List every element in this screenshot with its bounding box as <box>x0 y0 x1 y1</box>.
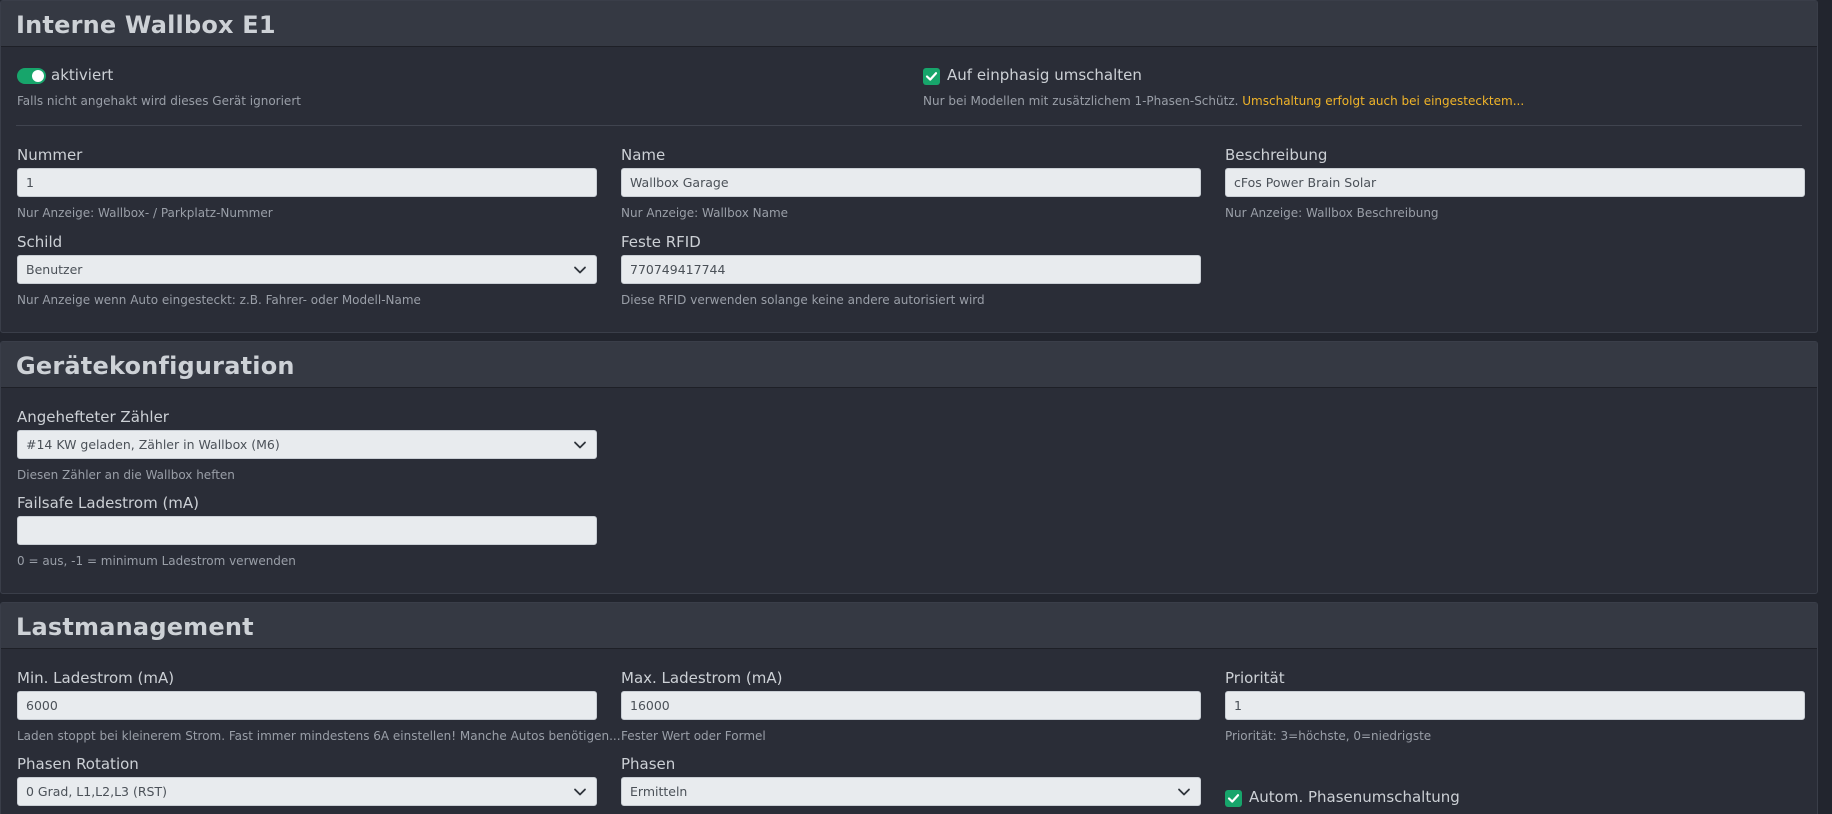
card-geraetekonfiguration: Gerätekonfiguration Angehefteter Zähler … <box>0 341 1818 594</box>
phase-rotation-label: Phasen Rotation <box>17 755 139 773</box>
phase-rotation-select[interactable]: 0 Grad, L1,L2,L3 (RST) <box>17 777 597 806</box>
chevron-down-icon <box>574 788 586 796</box>
name-hint: Nur Anzeige: Wallbox Name <box>621 206 789 220</box>
priority-hint: Priorität: 3=höchste, 0=niedrigste <box>1225 729 1432 743</box>
section-title: Gerätekonfiguration <box>16 352 295 380</box>
phases-select[interactable]: Ermitteln <box>621 777 1201 806</box>
card-lastmanagement: Lastmanagement Min. Ladestrom (mA) 6000 … <box>0 602 1818 814</box>
settings-page: Interne Wallbox E1 aktiviert Falls nicht… <box>0 0 1832 814</box>
single-phase-checkbox[interactable] <box>923 68 940 85</box>
beschreibung-input[interactable]: cFos Power Brain Solar <box>1225 168 1805 197</box>
failsafe-label: Failsafe Ladestrom (mA) <box>17 494 200 512</box>
max-current-label: Max. Ladestrom (mA) <box>621 669 783 687</box>
priority-label: Priorität <box>1225 669 1285 687</box>
beschreibung-hint: Nur Anzeige: Wallbox Beschreibung <box>1225 206 1439 220</box>
rfid-input[interactable]: 770749417744 <box>621 255 1201 284</box>
chevron-down-icon <box>1178 788 1190 796</box>
enabled-toggle[interactable] <box>17 68 46 84</box>
chevron-down-icon <box>574 441 586 449</box>
enabled-hint: Falls nicht angehakt wird dieses Gerät i… <box>17 94 301 108</box>
divider <box>16 125 1802 126</box>
schild-select-value: Benutzer <box>26 262 83 277</box>
name-label: Name <box>621 146 666 164</box>
nummer-label: Nummer <box>17 146 83 164</box>
failsafe-hint: 0 = aus, -1 = minimum Ladestrom verwende… <box>17 554 296 568</box>
phase-rotation-select-value: 0 Grad, L1,L2,L3 (RST) <box>26 784 167 799</box>
toggle-knob <box>32 70 44 82</box>
schild-select[interactable]: Benutzer <box>17 255 597 284</box>
card-interne-wallbox: Interne Wallbox E1 aktiviert Falls nicht… <box>0 0 1818 333</box>
rfid-hint: Diese RFID verwenden solange keine ander… <box>621 293 985 307</box>
check-icon <box>925 72 938 81</box>
priority-input[interactable]: 1 <box>1225 691 1805 720</box>
meter-select-value: #14 KW geladen, Zähler in Wallbox (M6) <box>26 437 280 452</box>
page-right-margin <box>1818 0 1832 814</box>
single-phase-warning: Umschaltung erfolgt auch bei eingesteckt… <box>1242 94 1525 108</box>
auto-phase-switch-checkbox[interactable] <box>1225 790 1242 807</box>
single-phase-hint-text: Nur bei Modellen mit zusätzlichem 1-Phas… <box>923 94 1239 108</box>
meter-hint: Diesen Zähler an die Wallbox heften <box>17 468 235 482</box>
single-phase-hint: Nur bei Modellen mit zusätzlichem 1-Phas… <box>923 94 1524 108</box>
min-current-input[interactable]: 6000 <box>17 691 597 720</box>
failsafe-input[interactable] <box>17 516 597 545</box>
max-current-hint: Fester Wert oder Formel <box>621 729 766 743</box>
section-title: Interne Wallbox E1 <box>16 11 276 39</box>
meter-select[interactable]: #14 KW geladen, Zähler in Wallbox (M6) <box>17 430 597 459</box>
nummer-input[interactable]: 1 <box>17 168 597 197</box>
enabled-label: aktiviert <box>51 66 114 84</box>
card-header: Gerätekonfiguration <box>1 342 1817 388</box>
schild-hint: Nur Anzeige wenn Auto eingesteckt: z.B. … <box>17 293 421 307</box>
nummer-hint: Nur Anzeige: Wallbox- / Parkplatz-Nummer <box>17 206 273 220</box>
phases-select-value: Ermitteln <box>630 784 688 799</box>
rfid-label: Feste RFID <box>621 233 701 251</box>
chevron-down-icon <box>574 266 586 274</box>
min-current-hint: Laden stoppt bei kleinerem Strom. Fast i… <box>17 729 621 743</box>
max-current-input[interactable]: 16000 <box>621 691 1201 720</box>
card-header: Lastmanagement <box>1 603 1817 649</box>
single-phase-label: Auf einphasig umschalten <box>947 66 1142 84</box>
section-title: Lastmanagement <box>16 613 254 641</box>
auto-phase-switch-label: Autom. Phasenumschaltung <box>1249 788 1460 806</box>
check-icon <box>1227 794 1240 803</box>
card-header: Interne Wallbox E1 <box>1 1 1817 47</box>
min-current-label: Min. Ladestrom (mA) <box>17 669 175 687</box>
schild-label: Schild <box>17 233 63 251</box>
name-input[interactable]: Wallbox Garage <box>621 168 1201 197</box>
phases-label: Phasen <box>621 755 676 773</box>
beschreibung-label: Beschreibung <box>1225 146 1328 164</box>
meter-label: Angehefteter Zähler <box>17 408 169 426</box>
